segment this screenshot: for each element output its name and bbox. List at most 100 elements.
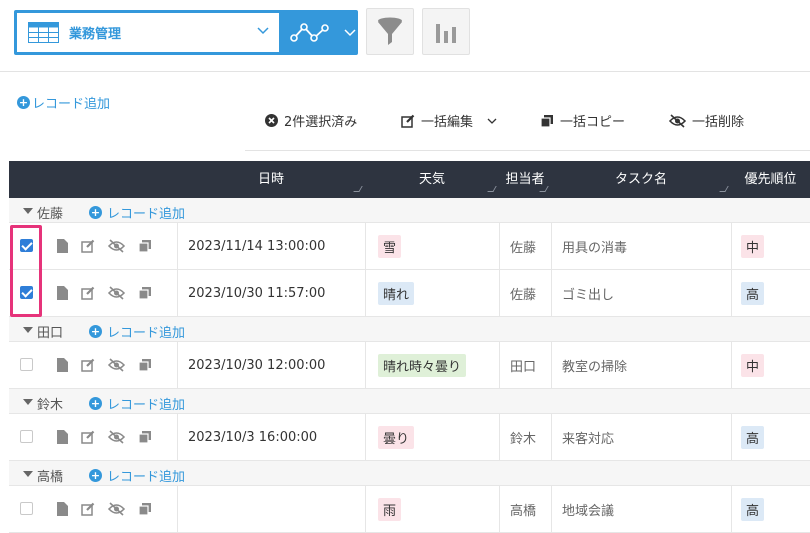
caret-down-icon[interactable] [23,327,33,333]
chart-button[interactable] [422,8,470,55]
priority-tag: 中 [741,353,765,377]
eye-slash-icon[interactable] [108,430,125,444]
record-grid: 日時 天気 担当者 タスク名 優先順位 佐藤 + レコード追加 2023/11/1… [9,161,810,533]
table-row[interactable]: 2023/10/30 12:00:00 晴れ時々曇り 田口 教室の掃除 中 [9,342,810,389]
plus-circle-icon: + [17,96,30,109]
column-header-weather[interactable]: 天気 [365,161,499,198]
weather-tag: 晴れ時々曇り [378,353,467,377]
close-circle-icon [265,114,278,127]
bulk-copy-button[interactable]: 一括コピー [540,111,625,130]
selection-highlight-box [10,225,42,317]
cell-task[interactable]: 来客対応 [551,414,731,460]
grid-header: 日時 天気 担当者 タスク名 優先順位 [9,161,810,198]
cell-assignee[interactable]: 田口 [499,342,551,388]
view-selector: 業務管理 [14,10,358,55]
cell-datetime[interactable]: 2023/10/30 12:00:00 [177,342,365,388]
group-name: 鈴木 [37,398,64,413]
cell-datetime[interactable]: 2023/10/30 11:57:00 [177,270,365,316]
top-toolbar: 業務管理 [0,0,810,72]
weather-tag: 雨 [378,497,402,521]
copy-icon[interactable] [138,502,152,516]
group-name: 高橋 [37,470,64,485]
bulk-edit-label: 一括編集 [421,115,474,130]
column-header-assignee[interactable]: 担当者 [499,161,551,198]
table-row[interactable]: 2023/11/14 13:00:00 雪 佐藤 用具の消毒 中 [9,223,810,270]
cell-datetime[interactable]: 2023/11/14 13:00:00 [177,223,365,269]
priority-tag: 高 [741,497,765,521]
cell-assignee[interactable]: 佐藤 [499,223,551,269]
group-add-record-link[interactable]: + レコード追加 [89,394,185,413]
eye-slash-icon [669,113,686,128]
bulk-delete-label: 一括削除 [692,115,745,130]
copy-icon[interactable] [138,239,152,253]
add-record-label: レコード追加 [32,97,111,112]
funnel-icon [377,17,403,47]
caret-down-icon[interactable] [23,471,33,477]
edit-icon[interactable] [81,430,95,444]
group-add-record-link[interactable]: + レコード追加 [89,466,185,485]
cell-assignee[interactable]: 鈴木 [499,414,551,460]
table-row[interactable]: 2023/10/3 16:00:00 曇り 鈴木 来客対応 高 [9,414,810,461]
copy-icon[interactable] [138,358,152,372]
eye-slash-icon[interactable] [108,286,125,300]
eye-slash-icon[interactable] [108,358,125,372]
cell-assignee[interactable]: 佐藤 [499,270,551,316]
cell-task[interactable]: 教室の掃除 [551,342,731,388]
eye-slash-icon[interactable] [108,239,125,253]
group-name: 田口 [37,326,64,341]
edit-icon[interactable] [81,286,95,300]
file-icon[interactable] [57,502,68,516]
clear-selection-button[interactable]: 2件選択済み [265,111,357,130]
cell-datetime[interactable]: 2023/10/3 16:00:00 [177,414,365,460]
selected-count: 2件選択済み [284,115,358,130]
column-header-task[interactable]: タスク名 [551,161,731,198]
bulk-action-bar: 2件選択済み 一括編集 一括コピー 一括削除 [245,96,810,151]
cell-assignee[interactable]: 高橋 [499,486,551,532]
filter-button[interactable] [366,8,414,55]
table-row[interactable]: 雨 高橋 地域会議 高 [9,486,810,533]
cell-datetime[interactable] [177,486,365,532]
copy-icon[interactable] [138,286,152,300]
row-checkbox[interactable] [20,502,33,515]
edit-icon[interactable] [81,358,95,372]
bulk-delete-button[interactable]: 一括削除 [669,111,744,130]
bar-chart-icon [435,20,457,44]
file-icon[interactable] [57,286,68,300]
chevron-down-icon [344,28,356,37]
file-icon[interactable] [57,358,68,372]
column-header-priority[interactable]: 優先順位 [731,161,810,198]
copy-icon [540,114,554,128]
caret-down-icon[interactable] [23,208,33,214]
priority-tag: 中 [741,234,765,258]
chevron-down-icon [257,27,269,35]
edit-icon[interactable] [81,239,95,253]
plus-circle-icon: + [89,206,102,219]
chevron-down-icon [487,118,497,124]
group-add-record-link[interactable]: + レコード追加 [89,203,185,222]
group-add-record-link[interactable]: + レコード追加 [89,322,185,341]
weather-tag: 曇り [378,425,415,449]
group-header: 鈴木 + レコード追加 [9,389,810,414]
cell-task[interactable]: ゴミ出し [551,270,731,316]
plus-circle-icon: + [89,325,102,338]
caret-down-icon[interactable] [23,399,33,405]
group-header: 田口 + レコード追加 [9,317,810,342]
row-checkbox[interactable] [20,430,33,443]
view-dropdown[interactable]: 業務管理 [17,13,279,52]
row-checkbox[interactable] [20,358,33,371]
copy-icon[interactable] [138,430,152,444]
priority-tag: 高 [741,281,765,305]
column-header-datetime[interactable]: 日時 [177,161,365,198]
edit-icon[interactable] [81,502,95,516]
eye-slash-icon[interactable] [108,502,125,516]
bulk-copy-label: 一括コピー [560,115,626,130]
graph-view-button[interactable] [282,10,358,55]
file-icon[interactable] [57,239,68,253]
line-graph-icon [290,22,330,44]
table-row[interactable]: 2023/10/30 11:57:00 晴れ 佐藤 ゴミ出し 高 [9,270,810,317]
cell-task[interactable]: 地域会議 [551,486,731,532]
bulk-edit-button[interactable]: 一括編集 [401,111,497,130]
cell-task[interactable]: 用具の消毒 [551,223,731,269]
add-record-link[interactable]: + レコード追加 [17,93,110,112]
file-icon[interactable] [57,430,68,444]
